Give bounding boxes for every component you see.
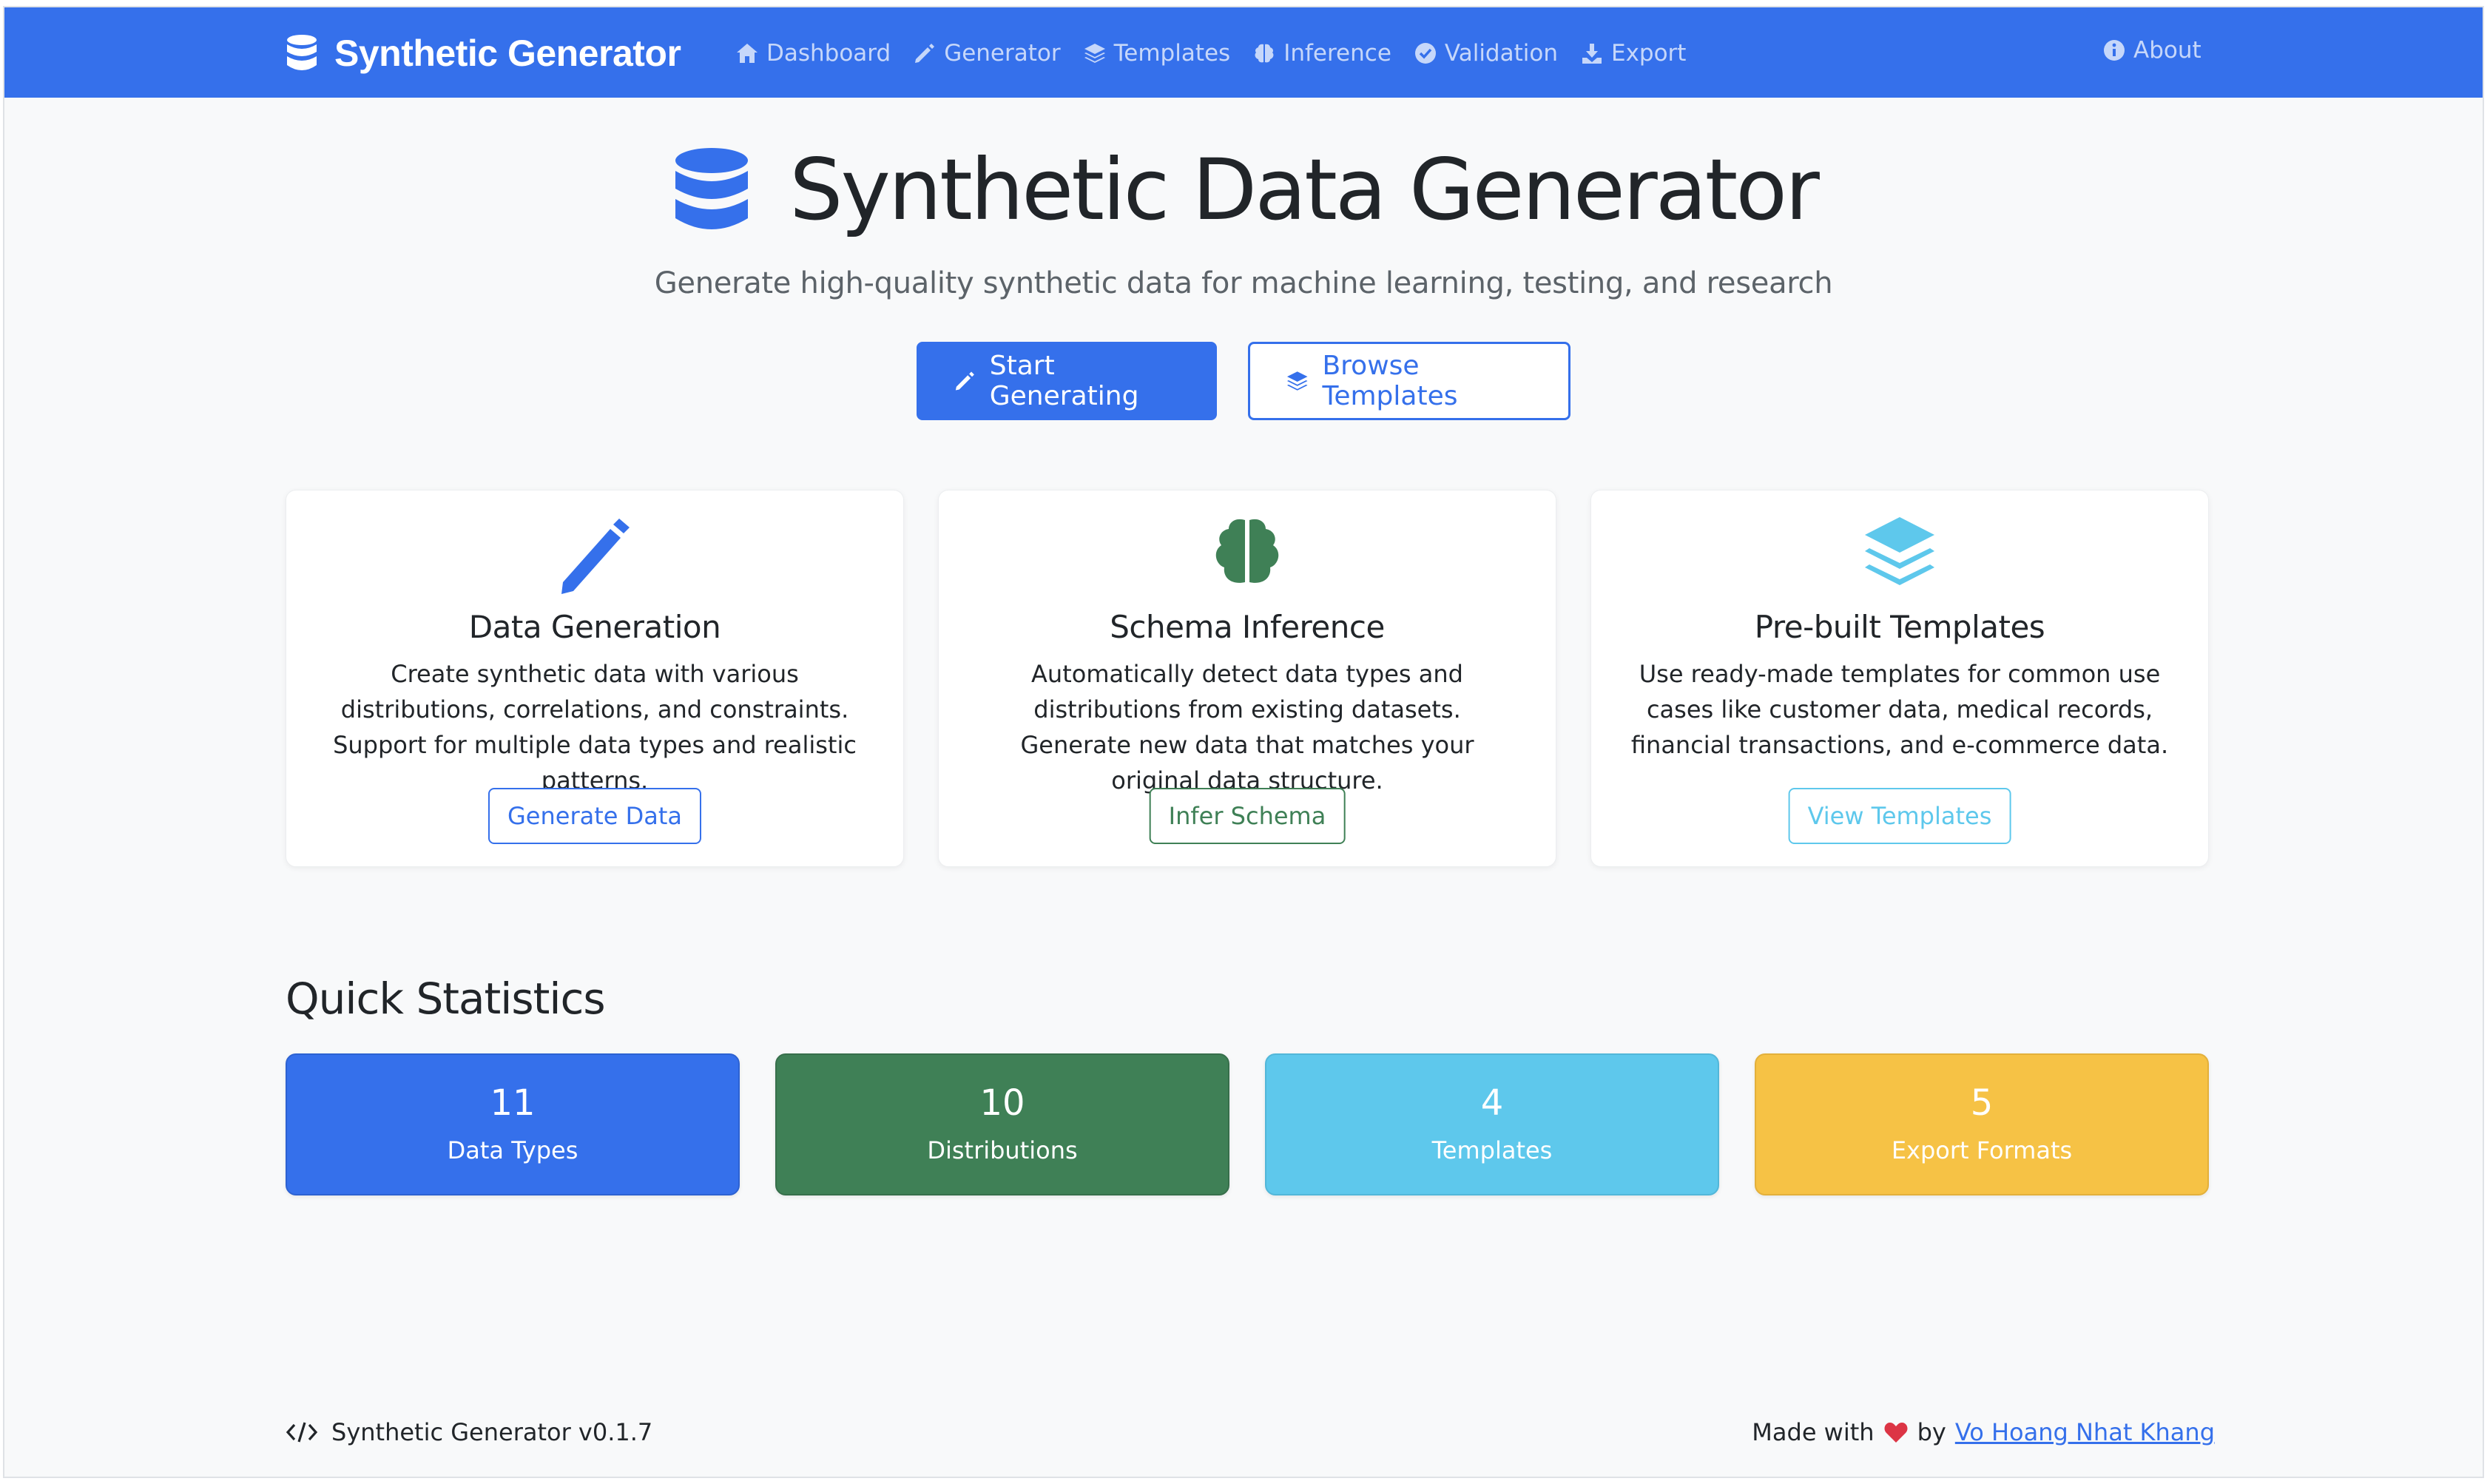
nav-generator[interactable]: Generator	[913, 40, 1061, 67]
nav-inference[interactable]: Inference	[1252, 40, 1391, 67]
pencil-icon	[955, 371, 974, 391]
check-circle-icon	[1414, 43, 1436, 64]
browse-templates-button[interactable]: Browse Templates	[1248, 342, 1570, 420]
feature-description: Create synthetic data with various distr…	[333, 660, 857, 795]
footer-credit: Made with by Vo Hoang Nhat Khang	[1752, 1416, 2215, 1448]
by-text: by	[1917, 1418, 1946, 1446]
code-icon	[286, 1422, 318, 1443]
stats-row: 11 Data Types 10 Distributions 4 Templat…	[286, 1053, 2209, 1195]
layers-icon	[1084, 44, 1105, 63]
database-icon	[287, 35, 317, 70]
info-circle-icon	[2104, 40, 2125, 61]
brand-link[interactable]: Synthetic Generator	[286, 33, 681, 74]
nav-templates[interactable]: Templates	[1083, 40, 1231, 67]
version-text: Synthetic Generator v0.1.7	[331, 1418, 653, 1446]
navbar: Synthetic Generator Dashboard Generator …	[4, 7, 2483, 98]
brand-name: Synthetic Generator	[334, 33, 681, 74]
footer-version: Synthetic Generator v0.1.7	[286, 1416, 652, 1448]
heart-icon	[1884, 1423, 1908, 1443]
download-icon	[1582, 44, 1602, 64]
stat-label: Data Types	[447, 1136, 578, 1164]
page-title: Synthetic Data Generator	[789, 141, 1820, 239]
start-generating-button[interactable]: Start Generating	[917, 342, 1217, 420]
nav-dashboard[interactable]: Dashboard	[735, 40, 891, 67]
hero-title-row: Synthetic Data Generator	[4, 141, 2483, 239]
stat-label: Export Formats	[1891, 1136, 2073, 1164]
browse-templates-label: Browse Templates	[1322, 351, 1458, 411]
stat-value: 5	[1970, 1082, 1994, 1124]
nav-about-label: About	[2133, 37, 2201, 64]
nav-validation[interactable]: Validation	[1414, 40, 1558, 67]
stat-label: Distributions	[927, 1136, 1078, 1164]
stat-value: 11	[490, 1082, 536, 1124]
browser-viewport: Synthetic Generator Dashboard Generator …	[3, 6, 2484, 1478]
nav-generator-label: Generator	[944, 40, 1061, 67]
pencil-icon	[561, 519, 630, 594]
layers-icon	[1865, 517, 1934, 585]
feature-title: Schema Inference	[1110, 609, 1385, 645]
nav-export-label: Export	[1610, 40, 1687, 67]
nav-templates-label: Templates	[1113, 40, 1231, 67]
nav-about[interactable]: About	[2102, 37, 2201, 64]
feature-card-schema-inference: Schema Inference Automatically detect da…	[938, 490, 1556, 867]
stat-label: Templates	[1431, 1136, 1553, 1164]
feature-title: Data Generation	[468, 609, 721, 645]
brain-icon	[1255, 44, 1274, 63]
stat-card-distributions: 10 Distributions	[775, 1053, 1229, 1195]
pencil-icon	[915, 44, 935, 63]
nav-export[interactable]: Export	[1580, 40, 1686, 67]
generate-data-button[interactable]: Generate Data	[487, 788, 702, 844]
feature-cards: Data Generation Create synthetic data wi…	[286, 490, 2209, 867]
hero-buttons: Start Generating Browse Templates	[4, 342, 2483, 420]
view-templates-button[interactable]: View Templates	[1788, 788, 2011, 844]
nav-links: Dashboard Generator Templates Inference …	[735, 37, 1686, 70]
infer-schema-button[interactable]: Infer Schema	[1149, 788, 1346, 844]
feature-description: Use ready-made templates for common use …	[1630, 660, 2169, 759]
nav-inference-label: Inference	[1283, 40, 1391, 67]
stat-value: 4	[1480, 1082, 1504, 1124]
home-icon	[737, 44, 758, 63]
brain-icon	[1215, 519, 1279, 583]
stat-card-templates: 4 Templates	[1265, 1053, 1719, 1195]
nav-validation-label: Validation	[1444, 40, 1558, 67]
feature-description: Automatically detect data types and dist…	[1020, 660, 1474, 795]
stat-card-export-formats: 5 Export Formats	[1755, 1053, 2209, 1195]
stat-value: 10	[979, 1082, 1025, 1124]
feature-card-data-generation: Data Generation Create synthetic data wi…	[286, 490, 904, 867]
database-icon	[675, 147, 749, 229]
nav-dashboard-label: Dashboard	[766, 40, 891, 67]
made-with-text: Made with	[1752, 1418, 1875, 1446]
feature-card-templates: Pre-built Templates Use ready-made templ…	[1590, 490, 2209, 867]
start-generating-label: Start Generating	[989, 351, 1139, 411]
layers-icon	[1286, 371, 1308, 391]
author-link[interactable]: Vo Hoang Nhat Khang	[1955, 1418, 2215, 1446]
stats-heading: Quick Statistics	[286, 974, 606, 1024]
feature-title: Pre-built Templates	[1754, 609, 2045, 645]
stat-card-data-types: 11 Data Types	[286, 1053, 740, 1195]
hero-subtitle: Generate high-quality synthetic data for…	[654, 266, 1833, 300]
